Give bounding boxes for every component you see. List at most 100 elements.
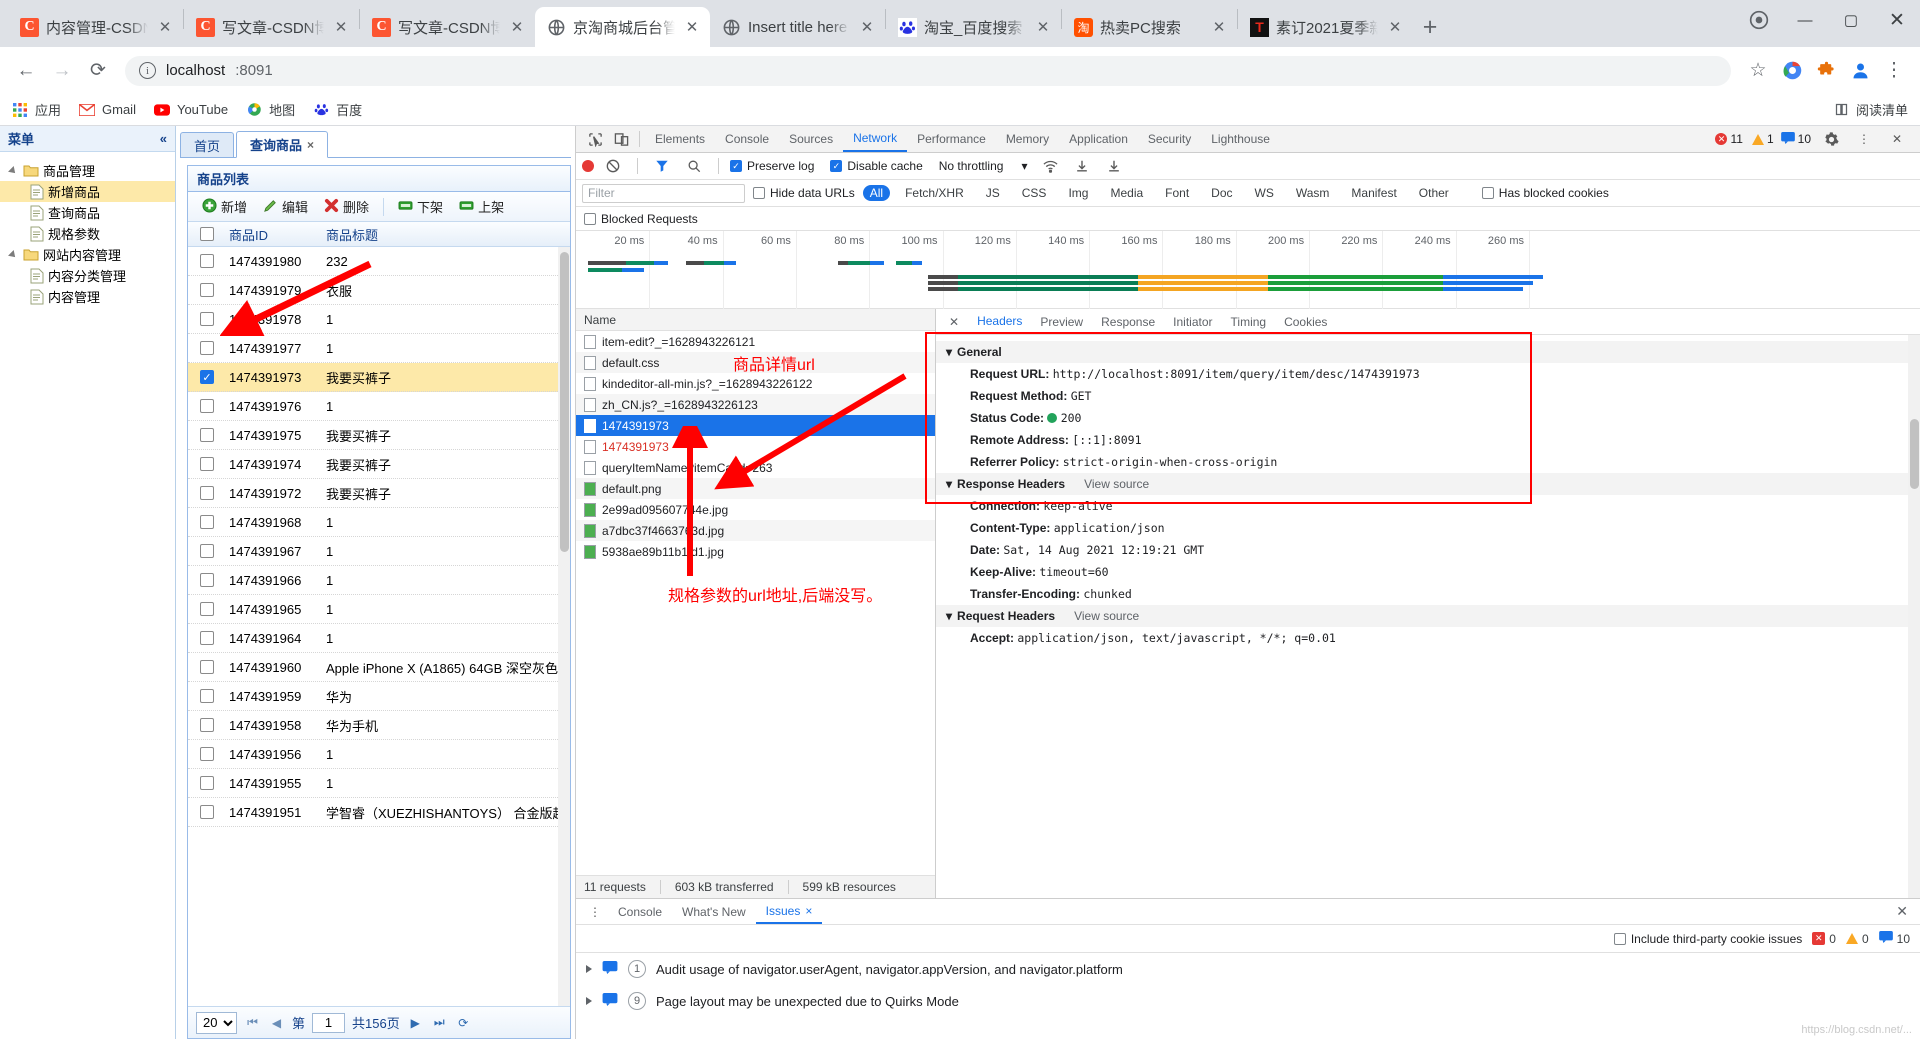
tree-group-content[interactable]: 网站内容管理 [0,244,175,265]
browser-tab-4[interactable]: Insert title here ✕ [710,7,885,47]
filter-type-other[interactable]: Other [1412,185,1456,201]
import-har-icon[interactable] [1069,154,1095,178]
detail-tab-cookies[interactable]: Cookies [1275,309,1336,334]
first-page-icon[interactable]: ⏮ [244,1014,261,1031]
view-source-link[interactable]: View source [1074,609,1139,623]
record-icon[interactable] [582,160,594,172]
filter-type-font[interactable]: Font [1158,185,1196,201]
next-page-icon[interactable]: ▶ [407,1014,424,1031]
bookmark-apps[interactable]: 应用 [12,100,61,119]
minimize-button[interactable]: — [1782,0,1828,40]
row-checkbox[interactable] [188,602,226,616]
section-request-headers[interactable]: ▾ Request Headers View source [936,605,1920,627]
tab-memory[interactable]: Memory [996,126,1059,152]
list-item[interactable]: kindeditor-all-min.js?_=1628943226122 [576,373,935,394]
bookmark-gmail[interactable]: Gmail [79,102,136,118]
list-item[interactable]: item-edit?_=1628943226121 [576,331,935,352]
list-item[interactable]: 5938ae89b11b1fd1.jpg [576,541,935,562]
select-all-checkbox[interactable] [188,227,226,241]
detail-tab-headers[interactable]: Headers [968,309,1032,334]
search-icon[interactable] [681,154,707,178]
row-checkbox[interactable] [188,399,226,413]
filter-type-manifest[interactable]: Manifest [1344,185,1403,201]
forward-icon[interactable]: → [46,55,78,87]
hide-data-urls-checkbox[interactable]: Hide data URLs [753,186,855,200]
table-row[interactable]: 1474391955 1 [188,769,570,798]
filter-type-media[interactable]: Media [1103,185,1150,201]
chrome-circle-icon[interactable] [1736,0,1782,40]
filter-type-css[interactable]: CSS [1015,185,1054,201]
address-bar[interactable]: i localhost:8091 [125,55,1731,86]
row-checkbox[interactable] [188,573,226,587]
grid-scroll-thumb[interactable] [560,252,569,552]
last-page-icon[interactable]: ⏭ [431,1014,448,1031]
filter-icon[interactable] [649,154,675,178]
row-checkbox[interactable] [188,747,226,761]
blocked-requests-checkbox[interactable]: Blocked Requests [584,212,698,226]
tab-sources[interactable]: Sources [779,126,843,152]
tree-group-product[interactable]: 商品管理 [0,160,175,181]
column-header-id[interactable]: 商品ID [226,225,323,244]
collapse-icon[interactable]: « [160,131,167,146]
detail-tab-timing[interactable]: Timing [1222,309,1276,334]
row-checkbox[interactable] [188,312,226,326]
detail-tab-response[interactable]: Response [1092,309,1164,334]
table-row[interactable]: 1474391966 1 [188,566,570,595]
drawer-tab-issues[interactable]: Issues × [755,899,823,924]
list-item[interactable]: default.png [576,478,935,499]
tab-console[interactable]: Console [715,126,779,152]
issue-row-1[interactable]: 9 Page layout may be unexpected due to Q… [576,985,1920,1017]
tab-application[interactable]: Application [1059,126,1138,152]
detail-close-icon[interactable]: ✕ [940,309,968,334]
avatar-icon[interactable] [1844,55,1876,87]
row-checkbox[interactable] [188,515,226,529]
edit-button[interactable]: 编辑 [257,195,314,218]
table-row[interactable]: 1474391965 1 [188,595,570,624]
export-har-icon[interactable] [1101,154,1127,178]
delete-button[interactable]: 删除 [318,195,375,218]
add-button[interactable]: 新增 [196,195,253,218]
drawer-tab-whats-new[interactable]: What's New [672,899,756,924]
close-icon[interactable]: ✕ [155,17,175,37]
browser-tab-1[interactable]: C 写文章-CSDN博客 ✕ [184,7,359,47]
throttling-select[interactable]: No throttling ▾ [939,159,1028,173]
tab-lighthouse[interactable]: Lighthouse [1201,126,1280,152]
info-icon[interactable]: i [139,62,156,79]
close-icon[interactable]: × [805,904,812,918]
row-checkbox[interactable] [188,283,226,297]
table-row[interactable]: 1474391977 1 [188,334,570,363]
table-row[interactable]: 1474391956 1 [188,740,570,769]
tab-query-product[interactable]: 查询商品 × [236,131,329,158]
request-column-header[interactable]: Name [576,309,935,331]
table-row[interactable]: 1474391974 我要买裤子 [188,450,570,479]
table-row[interactable]: 1474391960 Apple iPhone X (A1865) 64GB 深空… [188,653,570,682]
filter-input[interactable]: Filter [582,183,745,203]
prev-page-icon[interactable]: ◀ [268,1014,285,1031]
clear-icon[interactable] [600,154,626,178]
sidebar-item-content-category[interactable]: 内容分类管理 [0,265,175,286]
device-toolbar-icon[interactable] [608,127,634,151]
bookmark-star-icon[interactable]: ☆ [1742,55,1774,87]
error-badge[interactable]: ✕ 11 1 [1715,132,1774,146]
back-icon[interactable]: ← [10,55,42,87]
bookmark-youtube[interactable]: YouTube [153,102,228,118]
table-row[interactable]: 1474391959 华为 [188,682,570,711]
chevron-right-icon[interactable] [586,997,592,1005]
extensions-puzzle-icon[interactable] [1810,55,1842,87]
detail-tab-initiator[interactable]: Initiator [1164,309,1221,334]
page-size-select[interactable]: 20 [196,1011,237,1034]
gear-icon[interactable] [1818,127,1844,151]
row-checkbox[interactable] [188,718,226,732]
row-checkbox[interactable] [188,457,226,471]
bookmark-maps[interactable]: 地图 [246,100,295,119]
browser-tab-7[interactable]: T 素订2021夏季新款 ✕ [1238,7,1413,47]
browser-tab-2[interactable]: C 写文章-CSDN博客 ✕ [360,7,535,47]
list-item[interactable]: 1474391973 [576,415,935,436]
table-row[interactable]: 1474391958 华为手机 [188,711,570,740]
close-icon[interactable]: ✕ [331,17,351,37]
close-icon[interactable]: ✕ [682,17,702,37]
message-badge[interactable]: 10 [1780,131,1811,147]
table-row[interactable]: ✓ 1474391973 我要买裤子 [188,363,570,392]
row-checkbox[interactable] [188,254,226,268]
table-row[interactable]: 1474391978 1 [188,305,570,334]
